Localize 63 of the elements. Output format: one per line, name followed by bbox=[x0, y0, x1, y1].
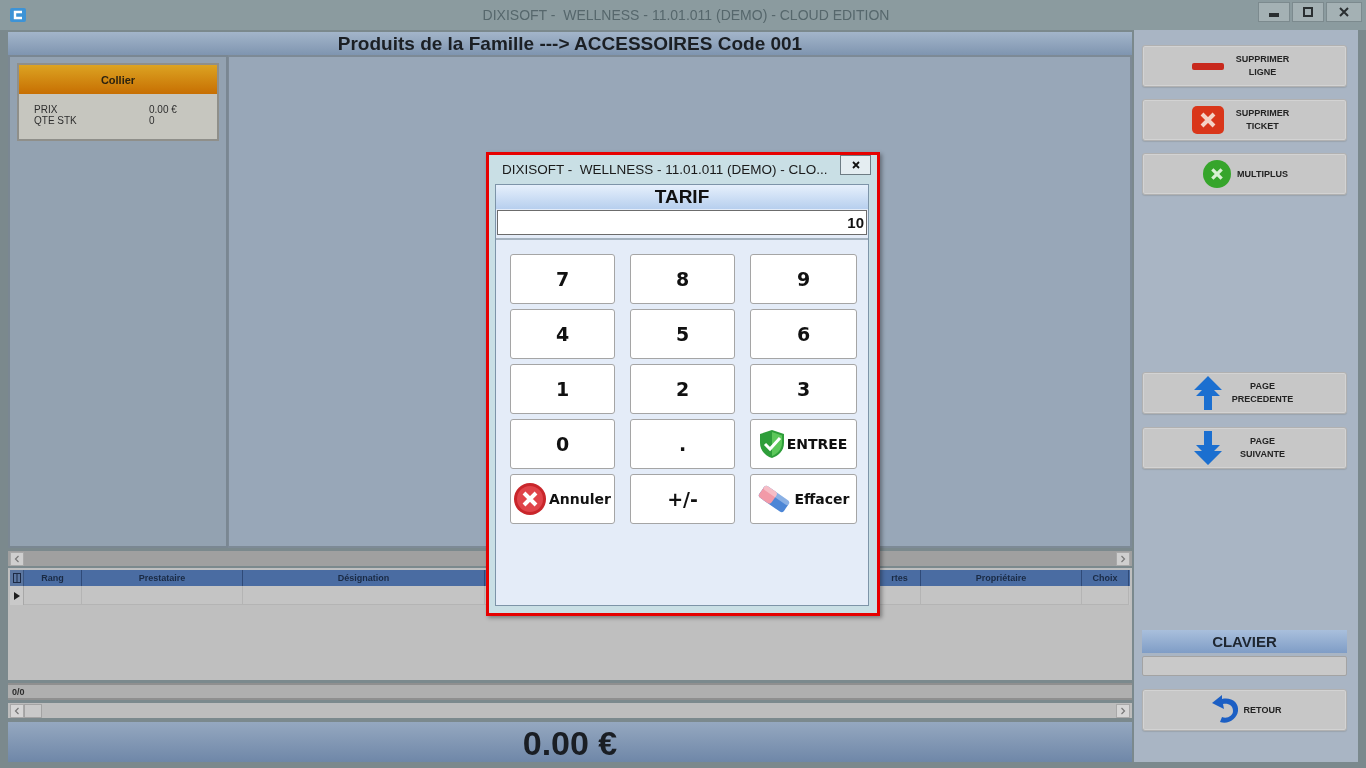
x-square-icon bbox=[1191, 106, 1224, 134]
scroll-thumb[interactable] bbox=[24, 703, 42, 718]
keypad-key[interactable]: 9 bbox=[750, 254, 857, 304]
keypad-key[interactable]: . bbox=[630, 419, 735, 469]
stock-label: QTE STK bbox=[34, 115, 78, 126]
close-icon bbox=[851, 161, 860, 169]
field-label: TARIF bbox=[654, 186, 710, 208]
action-label: MULTIPLUS bbox=[1237, 167, 1288, 181]
stock-value: 0 bbox=[149, 115, 155, 126]
price-input-field[interactable]: 10 bbox=[497, 210, 867, 235]
keyboard-input-field[interactable] bbox=[1142, 656, 1347, 676]
minimize-button[interactable] bbox=[1258, 2, 1290, 22]
x-circle-icon bbox=[1201, 160, 1234, 188]
minimize-icon bbox=[1269, 13, 1279, 17]
close-icon bbox=[1339, 7, 1349, 17]
keypad-key[interactable]: 1 bbox=[510, 364, 615, 414]
back-button[interactable]: RETOUR bbox=[1142, 689, 1347, 731]
action-label: SUPPRIMER LIGNE bbox=[1234, 53, 1291, 79]
page-label: PAGE SUIVANTE bbox=[1239, 435, 1286, 461]
scroll-right-icon[interactable] bbox=[1116, 551, 1130, 566]
horizontal-scrollbar[interactable] bbox=[8, 703, 1132, 718]
price-label: PRIX bbox=[34, 104, 59, 115]
page-button[interactable]: PAGE SUIVANTE bbox=[1142, 427, 1347, 469]
price-value: 0.00 € bbox=[149, 104, 177, 115]
scroll-left-icon[interactable] bbox=[10, 551, 24, 566]
action-button[interactable]: SUPPRIMER LIGNE bbox=[1142, 45, 1347, 87]
keypad-key[interactable]: 7 bbox=[510, 254, 615, 304]
keypad-key[interactable]: 6 bbox=[750, 309, 857, 359]
total-amount: 0.00 € bbox=[522, 724, 618, 762]
keyboard-title: CLAVIER bbox=[1212, 633, 1277, 650]
keypad-key[interactable]: Effacer bbox=[750, 474, 857, 524]
grid-icon bbox=[12, 573, 21, 583]
close-button[interactable] bbox=[840, 155, 871, 175]
back-label: RETOUR bbox=[1243, 703, 1282, 717]
dialog-title: DIXISOFT - WELLNESS - 11.01.011 (DEMO) - CLO... bbox=[502, 161, 828, 177]
scroll-right-icon[interactable] bbox=[1116, 703, 1130, 718]
close-button[interactable] bbox=[1326, 2, 1362, 22]
product-card[interactable]: Collier PRIX 0.00 € QTE STK 0 bbox=[17, 63, 219, 141]
page-label: PAGE PRECEDENTE bbox=[1230, 380, 1295, 406]
keypad-key[interactable]: 0 bbox=[510, 419, 615, 469]
app-logo-icon bbox=[10, 8, 26, 22]
keypad-key[interactable]: +/- bbox=[630, 474, 735, 524]
page-button[interactable]: PAGE PRECEDENTE bbox=[1142, 372, 1347, 414]
keypad-key[interactable]: 3 bbox=[750, 364, 857, 414]
shield-check-icon bbox=[759, 430, 784, 458]
action-label: SUPPRIMER TICKET bbox=[1234, 107, 1291, 133]
restore-button[interactable] bbox=[1292, 2, 1324, 22]
x-circle-icon bbox=[514, 483, 547, 515]
minus-icon bbox=[1191, 62, 1224, 70]
action-button[interactable]: MULTIPLUS bbox=[1142, 153, 1347, 195]
restore-icon bbox=[1303, 7, 1313, 17]
record-counter: 0/0 bbox=[12, 686, 25, 697]
action-button[interactable]: SUPPRIMER TICKET bbox=[1142, 99, 1347, 141]
scroll-left-icon[interactable] bbox=[10, 703, 24, 718]
product-name: Collier bbox=[100, 73, 136, 86]
keypad-key[interactable]: ENTREE bbox=[750, 419, 857, 469]
keypad-key[interactable]: Annuler bbox=[510, 474, 615, 524]
row-pointer-icon bbox=[13, 591, 20, 600]
keypad-key[interactable]: 8 bbox=[630, 254, 735, 304]
keypad-key[interactable]: 5 bbox=[630, 309, 735, 359]
keypad-key[interactable]: 2 bbox=[630, 364, 735, 414]
family-title: Produits de la Famille ---> ACCESSOIRES Code 001 bbox=[337, 32, 803, 55]
keypad-key[interactable]: 4 bbox=[510, 309, 615, 359]
